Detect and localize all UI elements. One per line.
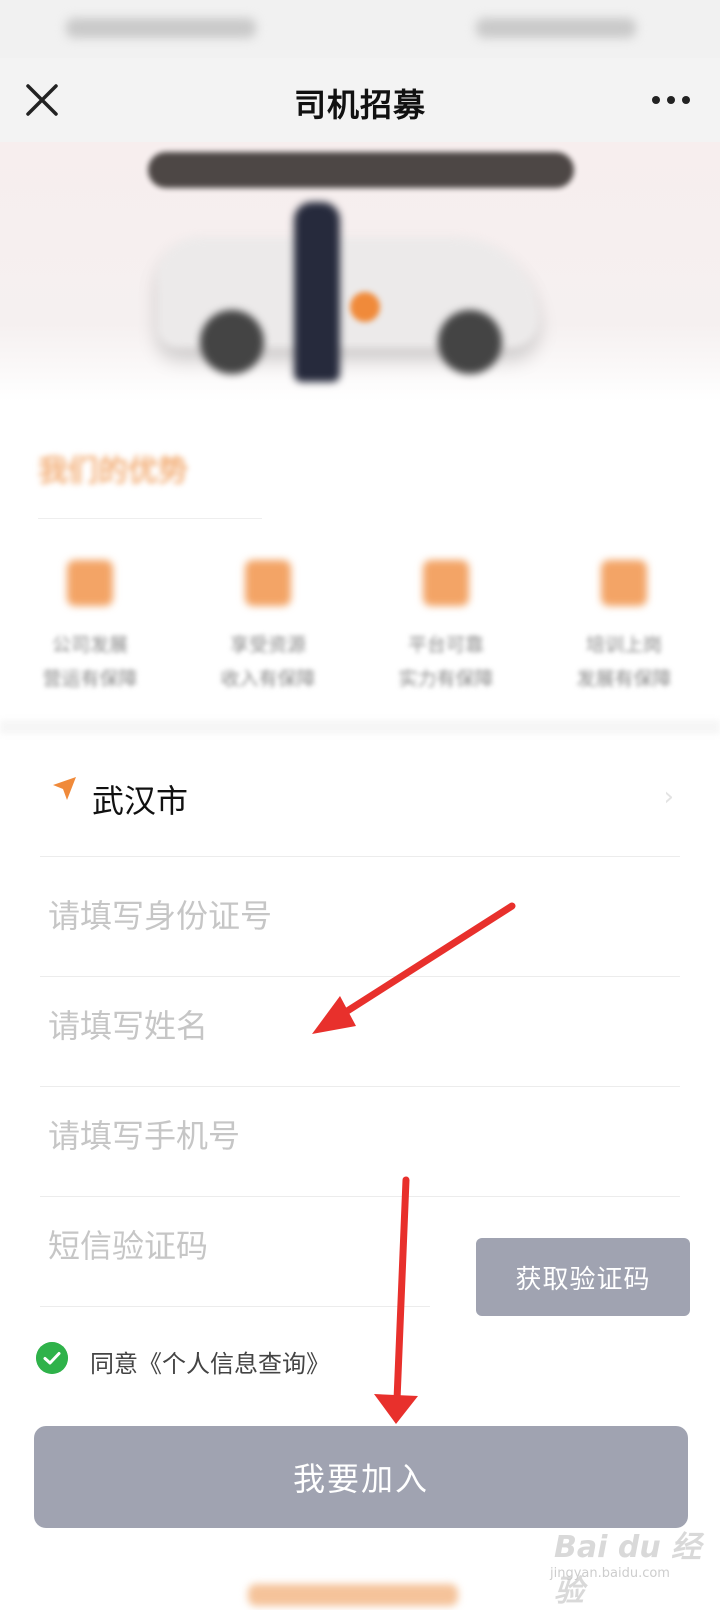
advantage-line: 公司发展 bbox=[51, 634, 128, 656]
advantage-item: 平台可靠 实力有保障 bbox=[366, 560, 526, 696]
phone-input[interactable] bbox=[48, 1112, 468, 1160]
id-number-field bbox=[40, 866, 680, 977]
page-title: 司机招募 bbox=[293, 86, 426, 124]
advantage-line: 享受资源 bbox=[229, 634, 306, 656]
city-selector[interactable]: 武汉市 › bbox=[40, 760, 680, 857]
brand-logo bbox=[350, 292, 380, 322]
name-field bbox=[40, 976, 680, 1087]
advantage-icon bbox=[245, 560, 291, 606]
driver-image bbox=[294, 202, 340, 382]
advantage-line: 发展有保障 bbox=[576, 668, 672, 690]
hero-caption-bar bbox=[148, 152, 574, 188]
advantage-item: 培训上岗 发展有保障 bbox=[544, 560, 704, 696]
car-wheel bbox=[438, 310, 502, 374]
name-input[interactable] bbox=[48, 1002, 468, 1050]
sms-code-input[interactable] bbox=[48, 1222, 468, 1270]
agreement-text[interactable]: 同意《个人信息查询》 bbox=[90, 1344, 330, 1379]
advantage-line: 平台可靠 bbox=[407, 634, 484, 656]
section-divider bbox=[0, 720, 720, 734]
join-button[interactable]: 我要加入 bbox=[34, 1426, 688, 1528]
chevron-right-icon: › bbox=[663, 782, 674, 812]
status-icons bbox=[476, 18, 636, 38]
check-circle-icon[interactable] bbox=[36, 1342, 68, 1374]
advantage-line: 实力有保障 bbox=[398, 668, 494, 690]
advantage-item: 享受资源 收入有保障 bbox=[188, 560, 348, 696]
nav-bar: 司机招募 bbox=[0, 58, 720, 142]
hero-banner bbox=[0, 142, 720, 402]
advantages-title: 我们的优势 bbox=[38, 454, 188, 489]
footer-link bbox=[248, 1584, 458, 1606]
advantage-item: 公司发展 营运有保障 bbox=[10, 560, 170, 696]
divider bbox=[38, 518, 262, 519]
advantage-line: 培训上岗 bbox=[585, 634, 662, 656]
phone-field bbox=[40, 1086, 680, 1197]
baidu-watermark: Bai du 经验 jingyan.baidu.com bbox=[550, 1520, 710, 1609]
advantage-icon bbox=[423, 560, 469, 606]
status-bar bbox=[0, 0, 720, 58]
more-icon[interactable] bbox=[646, 80, 696, 120]
car-wheel bbox=[200, 310, 264, 374]
advantage-icon bbox=[601, 560, 647, 606]
advantage-line: 收入有保障 bbox=[220, 668, 316, 690]
get-sms-code-button[interactable]: 获取验证码 bbox=[476, 1238, 690, 1316]
city-label: 武汉市 bbox=[92, 782, 189, 820]
id-number-input[interactable] bbox=[48, 892, 468, 940]
location-arrow-icon bbox=[53, 777, 76, 800]
watermark-url: jingyan.baidu.com bbox=[550, 1566, 670, 1581]
carrier-info bbox=[66, 18, 256, 38]
advantage-line: 营运有保障 bbox=[42, 668, 138, 690]
advantage-icon bbox=[67, 560, 113, 606]
sms-code-field bbox=[40, 1196, 468, 1307]
